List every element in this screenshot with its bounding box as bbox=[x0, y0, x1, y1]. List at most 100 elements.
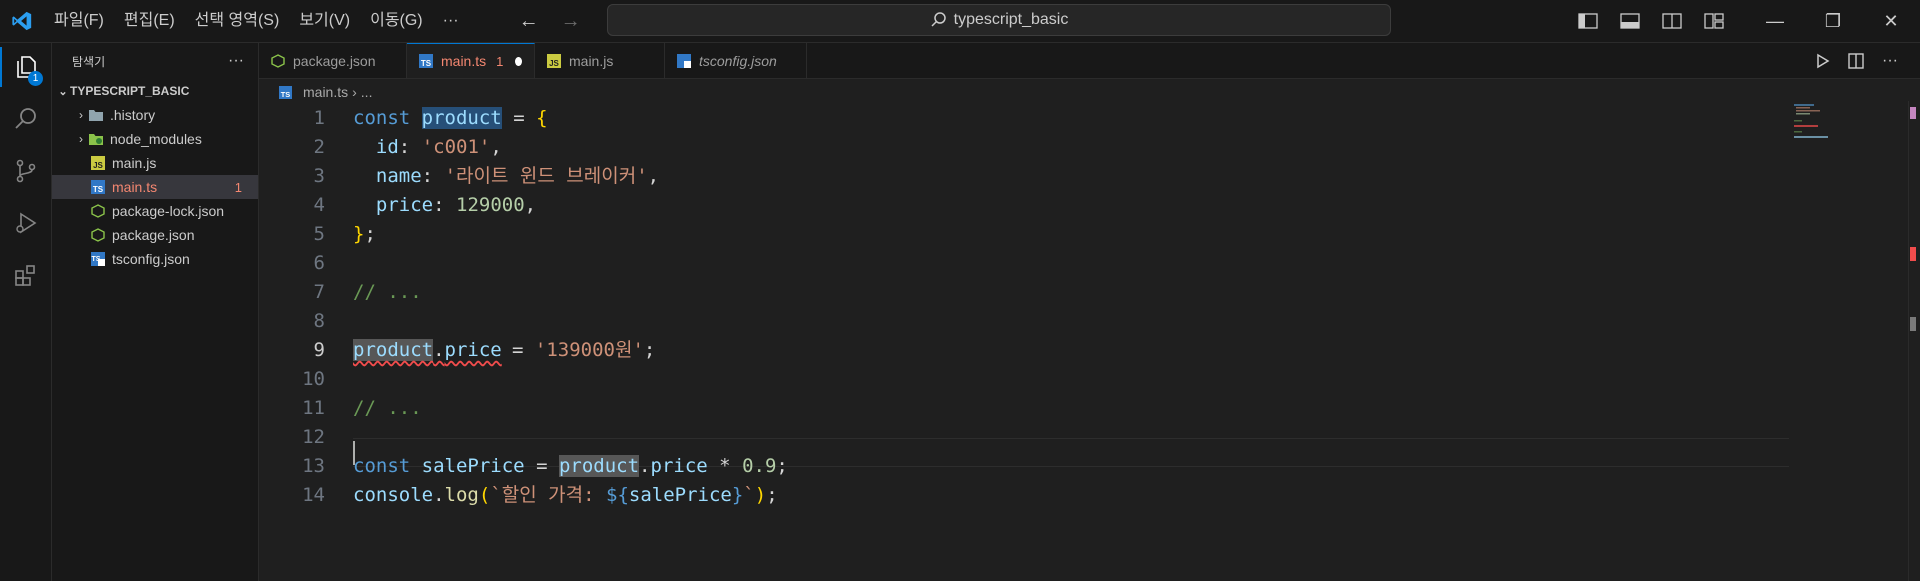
tree-item-main-ts[interactable]: TS main.ts 1 bbox=[52, 175, 258, 199]
source-control-icon bbox=[16, 159, 35, 183]
token: const bbox=[353, 107, 411, 129]
token: ; bbox=[643, 339, 656, 361]
line-number: 7 bbox=[313, 281, 325, 303]
token: '라이트 윈드 브레이커' bbox=[444, 165, 648, 187]
breadcrumb: TS main.ts › ... bbox=[277, 82, 372, 102]
more-actions-icon[interactable]: ··· bbox=[228, 52, 244, 70]
line-number: 5 bbox=[313, 223, 325, 245]
tab-tsconfig-json[interactable]: tsconfig.json bbox=[665, 43, 807, 78]
restore-icon[interactable]: ❐ bbox=[1804, 0, 1862, 42]
menu-go[interactable]: 이동(G) bbox=[360, 0, 433, 42]
comment: // ... bbox=[353, 397, 422, 419]
node-file-icon bbox=[90, 227, 106, 243]
tree-item-node-modules[interactable]: › node_modules bbox=[52, 127, 258, 151]
vertical-scrollbar[interactable] bbox=[1908, 101, 1919, 581]
line-number: 14 bbox=[302, 484, 325, 506]
token: ${ bbox=[606, 484, 629, 506]
token: const bbox=[353, 455, 411, 477]
code-line: 3 name: '라이트 윈드 브레이커', bbox=[259, 162, 1789, 191]
forward-arrow-icon[interactable]: → bbox=[559, 10, 583, 33]
svg-text:TS: TS bbox=[93, 185, 104, 194]
menu-edit[interactable]: 편집(E) bbox=[114, 0, 185, 42]
minimize-icon[interactable]: — bbox=[1746, 0, 1804, 42]
token: ; bbox=[766, 484, 778, 506]
token: price bbox=[650, 455, 708, 477]
workspace-folder-label: TYPESCRIPT_BASIC bbox=[70, 84, 190, 98]
tree-item-label: .history bbox=[110, 107, 156, 123]
node-file-icon bbox=[271, 53, 285, 68]
token: : bbox=[398, 136, 411, 158]
explorer-sidebar: 탐색기 ··· ⌄ TYPESCRIPT_BASIC › .history › … bbox=[52, 43, 259, 581]
tree-item-label: main.js bbox=[112, 155, 157, 171]
token: = bbox=[513, 107, 525, 129]
token: = bbox=[512, 339, 524, 361]
line-number: 4 bbox=[313, 194, 325, 216]
workspace-folder[interactable]: ⌄ TYPESCRIPT_BASIC bbox=[52, 79, 258, 103]
tab-main-ts[interactable]: TS main.ts 1 bbox=[407, 43, 535, 78]
token: ; bbox=[364, 223, 376, 245]
code-line: 2 id: 'c001', bbox=[259, 133, 1789, 162]
tree-item-package-json[interactable]: package.json bbox=[52, 223, 258, 247]
js-file-icon: JS bbox=[90, 155, 106, 171]
tab-main-js[interactable]: JS main.js bbox=[535, 43, 665, 78]
toggle-panel-icon[interactable] bbox=[1620, 13, 1640, 29]
close-icon[interactable]: ✕ bbox=[1862, 0, 1920, 42]
menu-more[interactable]: ··· bbox=[433, 0, 469, 42]
tree-item-history[interactable]: › .history bbox=[52, 103, 258, 127]
menu-view[interactable]: 보기(V) bbox=[289, 0, 360, 42]
code-line: 1 const product = { bbox=[259, 104, 1789, 133]
menu-selection[interactable]: 선택 영역(S) bbox=[185, 0, 290, 42]
tree-item-package-lock-json[interactable]: package-lock.json bbox=[52, 199, 258, 223]
toggle-primary-sidebar-icon[interactable] bbox=[1578, 13, 1598, 29]
token: `할인 가격: bbox=[490, 484, 606, 506]
token: } bbox=[353, 223, 365, 245]
line-number: 1 bbox=[313, 107, 325, 129]
breadcrumb-rest[interactable]: ... bbox=[361, 84, 373, 100]
code-line: 10 bbox=[259, 365, 1789, 394]
tree-item-label: package-lock.json bbox=[112, 203, 225, 219]
text-cursor bbox=[353, 441, 355, 465]
breadcrumb-file[interactable]: main.ts bbox=[303, 84, 348, 100]
split-editor-icon[interactable] bbox=[1848, 52, 1864, 69]
command-center-search[interactable]: typescript_basic bbox=[607, 4, 1391, 36]
scrollbar-marker bbox=[1910, 317, 1916, 331]
activity-bar: 1 bbox=[0, 43, 52, 581]
run-icon[interactable] bbox=[1816, 53, 1830, 69]
node-file-icon bbox=[90, 203, 106, 219]
extensions-activity[interactable] bbox=[0, 251, 51, 299]
tree-item-label: main.ts bbox=[112, 179, 158, 195]
tab-label: main.ts bbox=[441, 53, 487, 69]
modified-dot-icon[interactable] bbox=[515, 56, 522, 66]
code-line: 7 // ... bbox=[259, 278, 1789, 307]
code-line: 14 console.log(`할인 가격: ${salePrice}`); bbox=[259, 481, 1789, 510]
code-line: 4 price: 129000, bbox=[259, 191, 1789, 220]
code-line: 12 bbox=[259, 423, 1789, 452]
token: log bbox=[444, 484, 479, 506]
tree-item-tsconfig-json[interactable]: TS tsconfig.json bbox=[52, 247, 258, 271]
explorer-activity[interactable]: 1 bbox=[0, 43, 51, 91]
customize-layout-icon[interactable] bbox=[1704, 13, 1724, 29]
more-actions-icon[interactable]: ··· bbox=[1882, 52, 1898, 70]
tab-label: tsconfig.json bbox=[699, 52, 777, 69]
node-folder-icon bbox=[88, 131, 104, 147]
token: * bbox=[719, 455, 731, 477]
search-activity[interactable] bbox=[0, 95, 51, 143]
menu-file[interactable]: 파일(F) bbox=[44, 0, 114, 42]
tree-item-label: tsconfig.json bbox=[112, 251, 190, 267]
title-bar: 파일(F) 편집(E) 선택 영역(S) 보기(V) 이동(G) ··· ← →… bbox=[0, 0, 1920, 43]
token: , bbox=[647, 165, 660, 187]
folder-icon bbox=[88, 107, 104, 123]
line-number: 6 bbox=[313, 252, 325, 274]
toggle-secondary-sidebar-icon[interactable] bbox=[1662, 13, 1682, 29]
back-arrow-icon[interactable]: ← bbox=[517, 10, 541, 33]
ts-config-icon: TS bbox=[90, 251, 106, 267]
source-control-activity[interactable] bbox=[0, 147, 51, 195]
error-count: 1 bbox=[234, 179, 242, 195]
token: ; bbox=[776, 455, 788, 477]
run-debug-activity[interactable] bbox=[0, 199, 51, 247]
svg-text:TS: TS bbox=[92, 256, 101, 263]
tab-package-json[interactable]: package.json bbox=[259, 43, 407, 78]
tree-item-main-js[interactable]: JS main.js bbox=[52, 151, 258, 175]
minimap[interactable] bbox=[1792, 101, 1902, 141]
token: console bbox=[353, 484, 434, 506]
